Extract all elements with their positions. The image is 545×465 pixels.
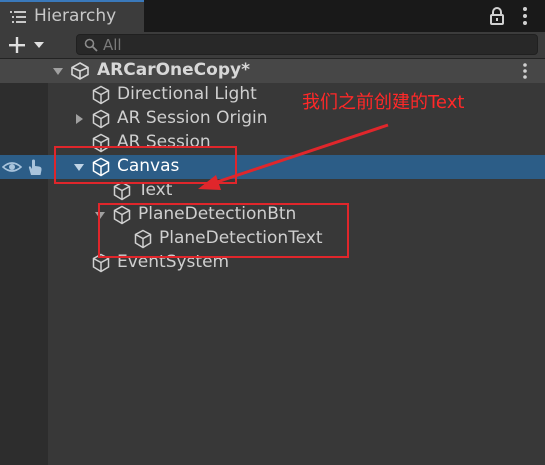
kebab-menu-icon[interactable] [522, 6, 528, 26]
annotation-box-canvas [54, 146, 237, 184]
scene-row[interactable]: ARCarOneCopy* [0, 59, 545, 83]
tab-title: Hierarchy [34, 6, 117, 26]
gameobject-cube-icon [113, 181, 131, 201]
pickability-hand-icon[interactable] [26, 158, 44, 176]
scene-menu-icon[interactable] [522, 62, 528, 80]
gameobject-cube-icon [92, 85, 110, 105]
expand-arrow-icon[interactable] [52, 65, 64, 77]
visibility-eye-icon[interactable] [2, 158, 22, 176]
create-dropdown-button[interactable] [6, 35, 50, 55]
scene-name: ARCarOneCopy* [97, 60, 250, 80]
gameobject-cube-icon [92, 109, 110, 129]
search-icon [84, 38, 98, 52]
search-input[interactable] [103, 35, 523, 54]
hierarchy-toolbar [0, 32, 545, 59]
unity-icon [71, 62, 89, 80]
hierarchy-tree: ARCarOneCopy* Directional Light AR Sessi… [0, 59, 545, 465]
search-field[interactable] [76, 34, 538, 55]
item-label: Directional Light [117, 84, 257, 104]
list-icon [10, 11, 26, 23]
annotation-box-plane-detection [98, 203, 349, 258]
item-label: AR Session Origin [117, 108, 268, 128]
annotation-text: 我们之前创建的Text [302, 92, 465, 113]
window-tab-bar: Hierarchy [0, 0, 545, 32]
collapsed-arrow-icon[interactable] [73, 113, 85, 125]
tab-hierarchy[interactable]: Hierarchy [0, 0, 144, 32]
lock-icon[interactable] [489, 7, 505, 25]
